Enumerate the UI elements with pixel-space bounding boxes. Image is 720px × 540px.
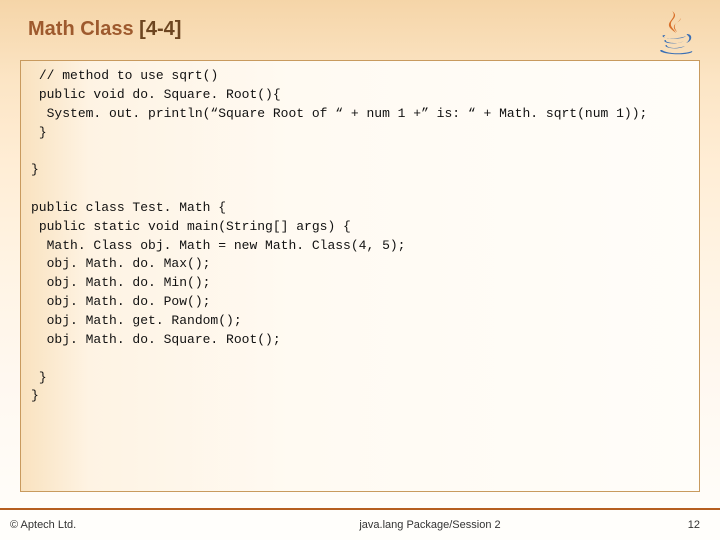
code-content: // method to use sqrt() public void do. … <box>31 68 647 403</box>
footer-copyright: © Aptech Ltd. <box>0 519 200 531</box>
footer-breadcrumb: java.lang Package/Session 2 <box>200 519 660 531</box>
title-text: Math Class <box>28 18 139 40</box>
title-bracket: [4-4] <box>139 18 181 40</box>
footer-page-number: 12 <box>660 519 720 531</box>
java-logo-icon <box>652 8 700 56</box>
slide-footer: © Aptech Ltd. java.lang Package/Session … <box>0 508 720 540</box>
slide-header: Math Class [4-4] <box>0 0 720 52</box>
slide-title: Math Class [4-4] <box>28 18 181 40</box>
code-block: // method to use sqrt() public void do. … <box>20 60 700 492</box>
